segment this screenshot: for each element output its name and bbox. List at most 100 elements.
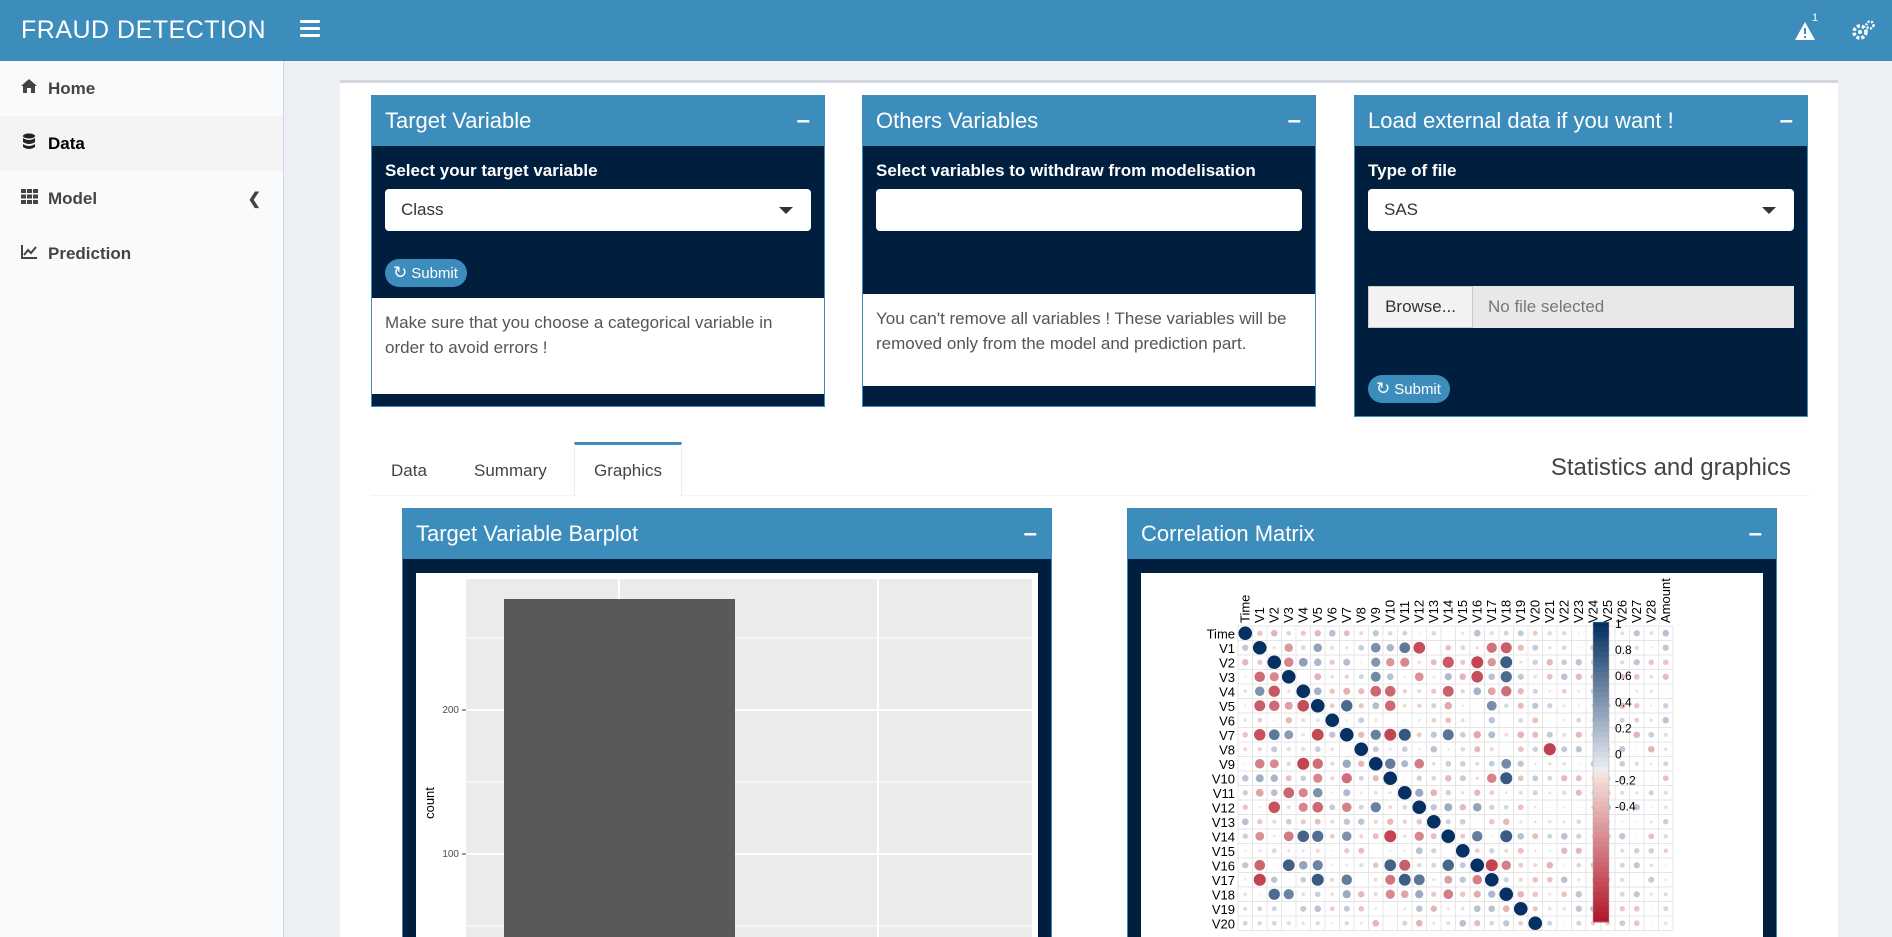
corr-cell xyxy=(1397,785,1412,800)
submit-button[interactable]: ↻ Submit xyxy=(385,259,467,287)
corr-cell xyxy=(1548,892,1552,896)
corr-cell xyxy=(1561,746,1568,753)
corr-cell xyxy=(1650,777,1653,780)
chevron-left-icon: ❮ xyxy=(247,190,261,208)
sidebar-item-label: Data xyxy=(48,133,85,153)
corr-cell xyxy=(1244,762,1247,765)
corr-cell xyxy=(1474,789,1481,796)
corr-cell xyxy=(1662,659,1669,666)
corr-cell xyxy=(1443,889,1454,900)
corr-cell xyxy=(1648,833,1655,840)
corr-cell xyxy=(1415,919,1423,927)
corr-cell xyxy=(1413,874,1425,886)
corr-cell xyxy=(1471,670,1484,683)
warning-icon[interactable]: 1 xyxy=(1776,0,1834,61)
corr-cell xyxy=(1575,789,1582,796)
withdraw-variables-input[interactable] xyxy=(876,189,1302,231)
colorbar-segment xyxy=(1593,812,1609,818)
corr-cell xyxy=(1648,847,1655,854)
corr-cell xyxy=(1398,728,1411,741)
corr-cell xyxy=(1313,687,1322,696)
app-title[interactable]: FRAUD DETECTION xyxy=(0,0,283,61)
colorbar-segment xyxy=(1593,747,1609,753)
corr-cell xyxy=(1300,905,1307,912)
corr-cell xyxy=(1561,659,1568,666)
corr-cell xyxy=(1473,687,1482,696)
corr-cell xyxy=(1330,675,1334,679)
collapse-button[interactable]: – xyxy=(1749,509,1762,559)
sidebar-item-home[interactable]: Home xyxy=(0,61,283,116)
corr-cell xyxy=(1532,876,1539,883)
corr-cell xyxy=(1385,758,1396,769)
corr-cell xyxy=(1416,775,1422,781)
collapse-button[interactable]: – xyxy=(1024,509,1037,559)
corr-cell xyxy=(1257,819,1263,825)
sidebar-item-data[interactable]: Data xyxy=(0,116,283,171)
corr-cell xyxy=(1505,719,1508,722)
corr-cell xyxy=(1257,921,1262,926)
corr-cell xyxy=(1662,629,1670,637)
corr-cell xyxy=(1563,922,1566,925)
collapse-button[interactable]: – xyxy=(1780,96,1793,146)
corr-cell xyxy=(1298,788,1308,798)
corr-cell xyxy=(1329,804,1336,811)
corr-cell xyxy=(1368,756,1383,771)
correlation-box: Correlation Matrix – Time V1 V2 V3 V4 V5 V6 V7 V… xyxy=(1127,508,1777,937)
corr-cell xyxy=(1389,719,1392,722)
corr-cell xyxy=(1575,746,1582,753)
corr-cell xyxy=(1343,905,1350,912)
corr-cell xyxy=(1474,920,1481,927)
file-type-select[interactable]: SAS xyxy=(1368,189,1794,231)
corr-cell xyxy=(1358,891,1365,898)
colorbar-segment xyxy=(1593,762,1609,768)
corr-cell xyxy=(1619,760,1626,767)
corr-cell xyxy=(1634,703,1640,709)
corr-cell xyxy=(1460,746,1466,752)
box-title: Target Variable Barplot xyxy=(416,521,639,546)
corr-cell xyxy=(1283,889,1294,900)
corr-cell xyxy=(1403,777,1406,780)
bar xyxy=(504,599,735,937)
tab-summary[interactable]: Summary xyxy=(474,442,547,496)
corr-cell xyxy=(1505,748,1508,751)
browse-button[interactable]: Browse... xyxy=(1368,286,1473,328)
corr-cell xyxy=(1561,645,1567,651)
target-variable-select[interactable]: Class xyxy=(385,189,811,231)
box-title: Others Variables xyxy=(876,108,1039,133)
notification-count: 1 xyxy=(1812,12,1819,24)
corr-cell xyxy=(1500,656,1513,669)
corr-cell xyxy=(1360,878,1363,881)
colorbar-segment xyxy=(1593,822,1609,828)
submit-button[interactable]: ↻ Submit xyxy=(1368,375,1450,403)
corr-cell xyxy=(1546,731,1553,738)
corr-cell xyxy=(1314,818,1321,825)
corr-cell xyxy=(1312,860,1323,871)
corr-cell xyxy=(1284,730,1294,740)
corr-cell xyxy=(1532,891,1538,897)
collapse-button[interactable]: – xyxy=(1288,96,1301,146)
corr-cell xyxy=(1286,747,1291,752)
corr-cell xyxy=(1503,703,1509,709)
tab-graphics[interactable]: Graphics xyxy=(574,442,683,496)
sidebar-item-prediction[interactable]: Prediction xyxy=(0,226,283,281)
corr-cell xyxy=(1561,847,1568,854)
corr-cell xyxy=(1244,849,1247,852)
corr-cell xyxy=(1633,630,1640,637)
corr-cell xyxy=(1561,891,1568,898)
corr-cell xyxy=(1370,642,1381,653)
corr-cell xyxy=(1484,872,1499,887)
row-label: V1 xyxy=(1219,641,1235,656)
corr-cell xyxy=(1517,630,1524,637)
tab-data[interactable]: Data xyxy=(391,442,427,496)
corr-cell xyxy=(1663,819,1669,825)
bars-icon[interactable] xyxy=(300,20,320,38)
corr-cell xyxy=(1388,805,1393,810)
colorbar-segment xyxy=(1593,687,1609,693)
corr-cell xyxy=(1547,631,1552,636)
collapse-button[interactable]: – xyxy=(797,96,810,146)
correlation-area: Time V1 V2 V3 V4 V5 V6 V7 V8 V9 V10 V11 V12 V13 V14 V15… xyxy=(1141,573,1763,937)
corr-cell xyxy=(1577,704,1580,707)
col-label: V8 xyxy=(1353,607,1368,623)
gears-icon[interactable] xyxy=(1834,0,1892,61)
sidebar-item-model[interactable]: Model ❮ xyxy=(0,171,283,226)
